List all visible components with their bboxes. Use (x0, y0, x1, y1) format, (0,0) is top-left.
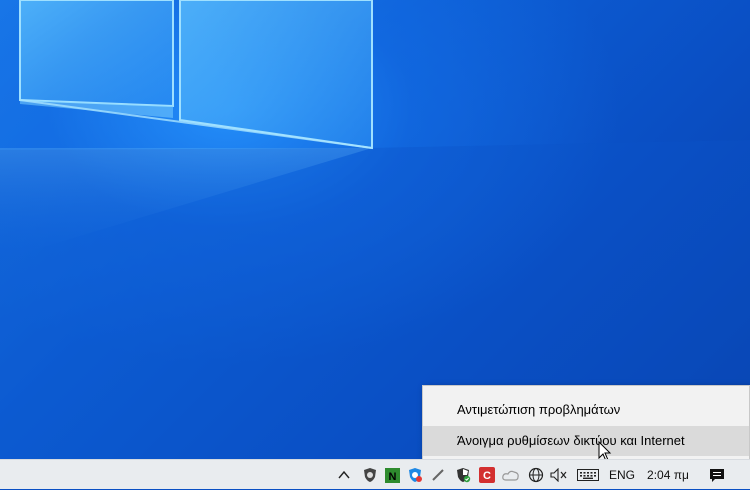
network-context-menu: Αντιμετώπιση προβλημάτων Άνοιγμα ρυθμίσε… (422, 385, 750, 459)
taskbar: N C ENG 2:04 πμ (0, 459, 750, 489)
keyboard-icon[interactable] (574, 460, 602, 490)
notification-icon[interactable] (704, 460, 730, 490)
language-indicator[interactable]: ENG (606, 460, 638, 490)
menu-item-troubleshoot[interactable]: Αντιμετώπιση προβλημάτων (423, 395, 749, 425)
security-badge-icon[interactable] (405, 460, 425, 490)
cloud-icon[interactable] (500, 460, 522, 490)
defender-shield-icon[interactable] (452, 460, 474, 490)
clock[interactable]: 2:04 πμ (644, 460, 692, 490)
nvidia-icon[interactable]: N (382, 460, 402, 490)
desktop[interactable]: Αντιμετώπιση προβλημάτων Άνοιγμα ρυθμίσε… (0, 0, 750, 459)
chevron-up-icon[interactable] (334, 460, 354, 490)
red-app-icon[interactable]: C (476, 460, 498, 490)
menu-item-open-network-settings[interactable]: Άνοιγμα ρυθμίσεων δικτύου και Internet (423, 426, 749, 456)
svg-text:C: C (483, 470, 491, 482)
svg-text:N: N (388, 471, 396, 483)
network-globe-icon[interactable] (525, 460, 547, 490)
app-shield-icon[interactable] (360, 460, 380, 490)
pen-icon[interactable] (428, 460, 448, 490)
mouse-cursor-icon (598, 441, 612, 459)
speaker-muted-icon[interactable] (548, 460, 570, 490)
